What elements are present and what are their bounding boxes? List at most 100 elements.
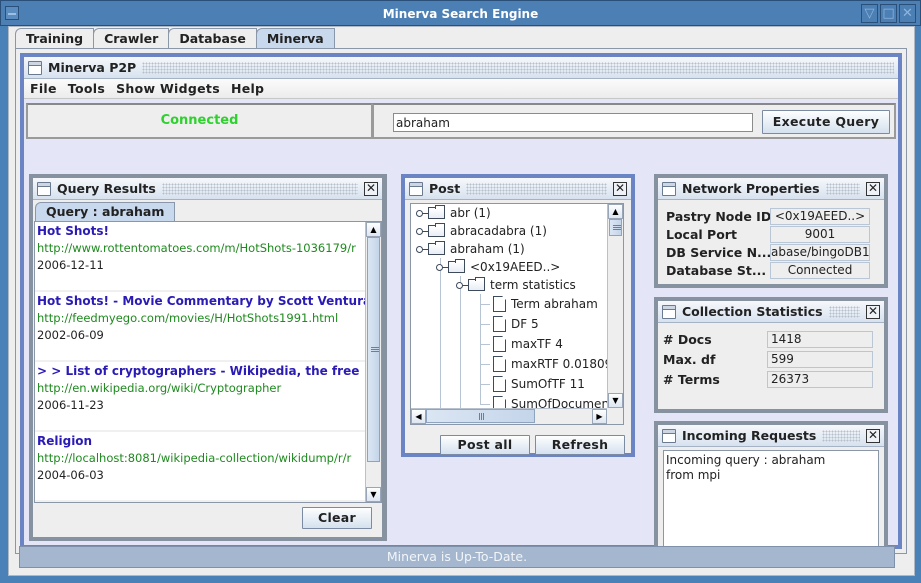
menu-help[interactable]: Help [227,81,271,96]
status-bar: Minerva is Up-To-Date. [19,546,895,568]
tree-leaf[interactable]: maxTF 4 [493,335,563,353]
network-titlebar[interactable]: Network Properties ✕ [658,178,884,200]
stat-label: Max. df [663,351,716,367]
menu-tools[interactable]: Tools [64,81,112,96]
top-panel: Connected Execute Query [26,103,896,143]
tree-node[interactable]: abracadabra (1) [416,222,547,240]
tab-training[interactable]: Training [15,28,95,48]
property-row: Local Port 9001 [666,225,870,243]
result-url[interactable]: http://localhost:8081/wikipedia-collecti… [37,450,365,467]
query-input[interactable] [393,113,753,132]
query-results-titlebar[interactable]: Query Results ✕ [33,178,382,200]
stat-row: # Terms 26373 [663,370,873,388]
result-url[interactable]: http://feedmyego.com/movies/H/HotShots19… [37,310,365,327]
window-icon [409,181,423,196]
collapse-handle-icon[interactable] [436,264,448,271]
menu-file[interactable]: File [26,81,64,96]
result-title[interactable]: > > List of cryptographers - Wikipedia, … [37,363,365,380]
window-icon [37,181,51,196]
close-icon[interactable]: ✕ [613,181,627,196]
scroll-up-icon[interactable]: ▲ [366,222,381,237]
p2p-title: Minerva P2P [48,60,137,75]
window-icon [662,304,676,319]
menu-show-widgets[interactable]: Show Widgets [112,81,227,96]
close-icon[interactable]: ✕ [899,4,916,23]
scroll-thumb[interactable] [367,237,380,462]
close-icon[interactable]: ✕ [364,181,378,196]
tree-node[interactable]: <0x19AEED..> [436,258,560,276]
result-url[interactable]: http://www.rottentomatoes.com/m/HotShots… [37,240,365,257]
result-item[interactable]: Hot Shots! - Movie Commentary by Scott V… [35,292,365,362]
tree-hscrollbar[interactable]: ◀ ▶ [411,408,607,424]
window-menu-icon[interactable] [5,6,19,20]
minimize-icon[interactable]: ▽ [861,4,878,23]
tree-node[interactable]: abr (1) [416,204,491,222]
property-row: Database St... Connected [666,261,870,279]
expand-handle-icon[interactable] [416,228,428,235]
collapse-handle-icon[interactable] [456,282,468,289]
collection-titlebar[interactable]: Collection Statistics ✕ [658,301,884,323]
window-icon [662,428,676,443]
clear-button[interactable]: Clear [302,507,372,529]
scroll-down-icon[interactable]: ▼ [608,393,623,408]
property-label: Pastry Node ID [666,208,770,224]
tree-leaf[interactable]: DF 5 [493,315,539,333]
property-label: Database St... [666,262,767,278]
result-title[interactable]: Hot Shots! [37,223,365,240]
menubar: File Tools Show Widgets Help [24,79,898,99]
tree-leaf[interactable]: Term abraham [493,295,598,313]
scroll-thumb[interactable] [609,219,622,236]
post-titlebar[interactable]: Post ✕ [405,178,631,200]
property-row: DB Service N... abase/bingoDB1 [666,243,870,261]
result-title[interactable]: Hot Shots! - Movie Commentary by Scott V… [37,293,365,310]
close-icon[interactable]: ✕ [866,428,880,443]
refresh-button[interactable]: Refresh [535,435,625,455]
network-properties-window: Network Properties ✕ Pastry Node ID <0x1… [654,174,888,288]
result-url[interactable]: http://en.wikipedia.org/wiki/Cryptograph… [37,380,365,397]
post-title: Post [429,181,461,196]
collection-title: Collection Statistics [682,304,823,319]
tree-leaf[interactable]: SumOfDocumentL [493,395,607,408]
close-icon[interactable]: ✕ [866,304,880,319]
result-item[interactable]: > > List of cryptographers - Wikipedia, … [35,362,365,432]
result-title[interactable]: Religion [37,433,365,450]
tab-database[interactable]: Database [168,28,257,48]
tab-query-abraham[interactable]: Query : abraham [35,202,176,221]
property-label: DB Service N... [666,244,770,260]
incoming-requests-log[interactable]: Incoming query : abraham from mpi [663,450,879,558]
expand-handle-icon[interactable] [416,210,428,217]
post-all-button[interactable]: Post all [440,435,530,455]
maximize-icon[interactable]: □ [880,4,897,23]
scroll-down-icon[interactable]: ▼ [366,487,381,502]
file-icon [493,396,506,408]
post-window: Post ✕ abr (1) abracadabra (1) abraham (… [401,174,635,457]
minerva-p2p-window: Minerva P2P File Tools Show Widgets Help… [20,53,902,558]
execute-query-button[interactable]: Execute Query [762,110,890,134]
tree-leaf[interactable]: SumOfTF 11 [493,375,585,393]
result-item[interactable]: Religion http://localhost:8081/wikipedia… [35,432,365,502]
tab-crawler[interactable]: Crawler [93,28,170,48]
scroll-left-icon[interactable]: ◀ [411,409,426,424]
tree-node[interactable]: abraham (1) [416,240,525,258]
scroll-right-icon[interactable]: ▶ [592,409,607,424]
incoming-titlebar[interactable]: Incoming Requests ✕ [658,425,884,447]
query-results-title: Query Results [57,181,156,196]
scroll-up-icon[interactable]: ▲ [608,204,623,219]
results-scrollbar[interactable]: ▲ ▼ [365,222,381,502]
collection-statistics-window: Collection Statistics ✕ # Docs 1418 Max.… [654,297,888,413]
tree-node[interactable]: term statistics [456,276,576,294]
close-icon[interactable]: ✕ [866,181,880,196]
scroll-thumb[interactable] [426,409,535,423]
tree-vscrollbar[interactable]: ▲ ▼ [607,204,623,408]
result-date: 2004-06-03 [37,468,104,482]
p2p-titlebar[interactable]: Minerva P2P [24,57,898,79]
tree-leaf[interactable]: maxRTF 0.01809 [493,355,607,373]
collapse-handle-icon[interactable] [416,246,428,253]
results-list: Hot Shots! http://www.rottentomatoes.com… [34,221,382,503]
stat-row: # Docs 1418 [663,330,873,348]
query-results-window: Query Results ✕ Query : abraham Hot Shot… [29,174,387,541]
title-grip [825,182,860,195]
file-icon [493,296,506,312]
result-item[interactable]: Hot Shots! http://www.rottentomatoes.com… [35,222,365,292]
tab-minerva[interactable]: Minerva [255,28,335,48]
